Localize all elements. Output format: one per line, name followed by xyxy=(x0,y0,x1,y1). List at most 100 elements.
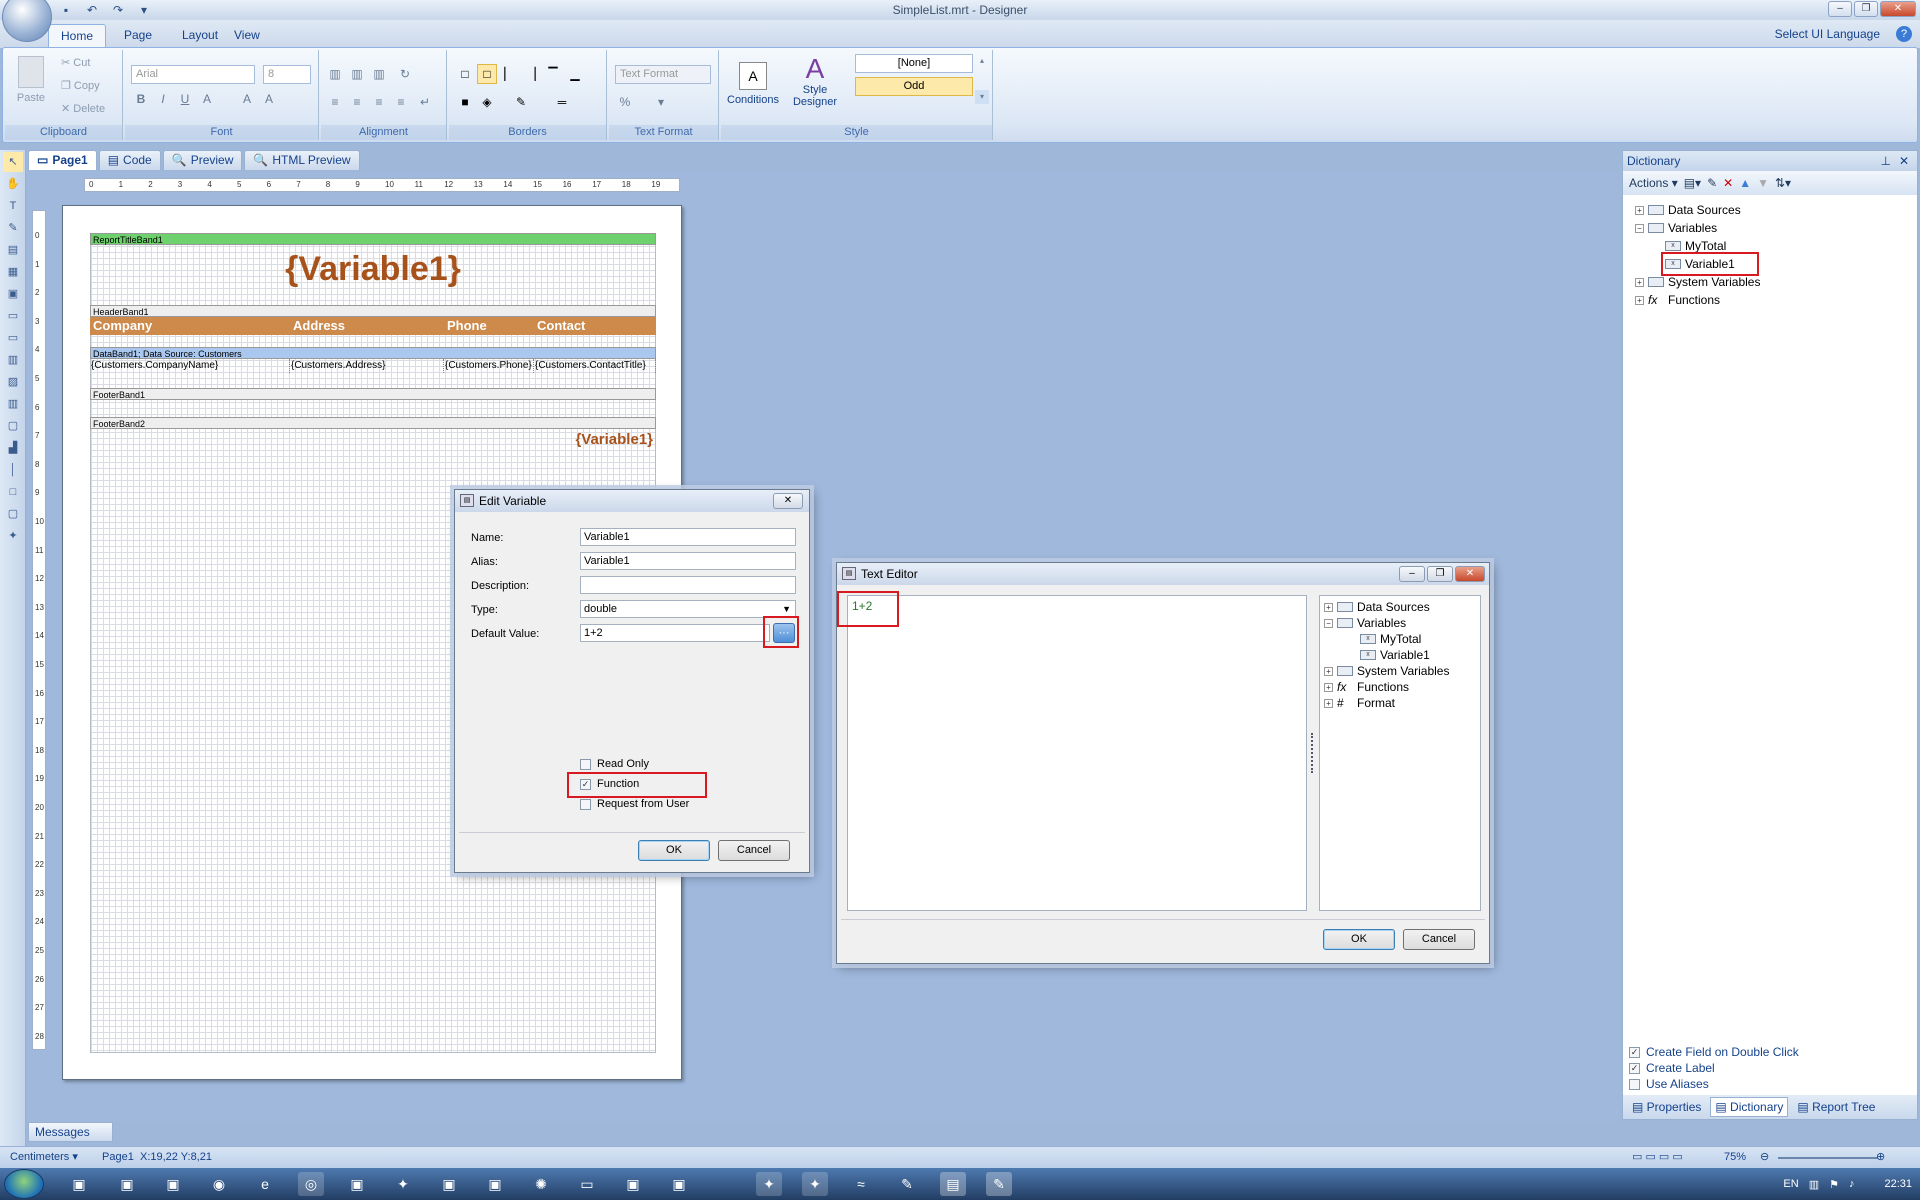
close-icon[interactable]: ✕ xyxy=(1899,151,1909,171)
taskbar-app-icon[interactable]: ▭ xyxy=(574,1172,600,1196)
style-designer-button[interactable]: A Style Designer xyxy=(785,54,845,109)
align-justify-icon[interactable]: ≡ xyxy=(391,92,411,112)
cancel-button[interactable]: Cancel xyxy=(1403,929,1475,950)
dialog-close-button[interactable]: ✕ xyxy=(1455,566,1485,582)
align-bottom-icon[interactable]: ▥ xyxy=(369,64,389,84)
header-company[interactable]: Company xyxy=(90,317,290,335)
footer-band-2[interactable]: FooterBand2 xyxy=(90,417,656,429)
italic-icon[interactable]: I xyxy=(153,89,173,109)
tab-code[interactable]: ▤ Code xyxy=(98,150,161,170)
font-color-icon[interactable]: A xyxy=(197,89,217,109)
default-value-field[interactable]: 1+2 xyxy=(580,624,770,642)
style-odd-item[interactable]: Odd xyxy=(855,77,973,96)
units-selector[interactable]: Centimeters ▾ xyxy=(10,1147,78,1168)
rich-text-tool-icon[interactable]: ▥ xyxy=(3,350,23,370)
fill-color-icon[interactable]: ◈ xyxy=(477,92,497,112)
taskbar-app-icon[interactable]: ◎ xyxy=(298,1172,324,1196)
footer-variable-text[interactable]: {Variable1} xyxy=(575,431,653,448)
header-address[interactable]: Address xyxy=(290,317,444,335)
splitter-handle[interactable] xyxy=(1311,733,1315,773)
chart-tool-icon[interactable]: ▟ xyxy=(3,438,23,458)
help-icon[interactable]: ? xyxy=(1896,26,1912,42)
header-band[interactable]: HeaderBand1 xyxy=(90,305,656,317)
read-only-checkbox[interactable]: Read Only xyxy=(580,758,649,770)
customize-icon[interactable]: ▾ xyxy=(136,2,152,18)
te-tree-format[interactable]: + # Format xyxy=(1324,694,1395,712)
word-wrap-icon[interactable]: ↵ xyxy=(415,92,435,112)
taskbar-app-icon[interactable]: ✎ xyxy=(986,1172,1012,1196)
save-icon[interactable]: ▪ xyxy=(58,2,74,18)
align-left-icon[interactable]: ≡ xyxy=(325,92,345,112)
text-format-icon[interactable]: % xyxy=(615,92,635,112)
tree-system-variables[interactable]: + System Variables xyxy=(1635,273,1760,291)
taskbar-app-icon[interactable]: ▣ xyxy=(114,1172,140,1196)
shrink-font-icon[interactable]: A xyxy=(259,89,279,109)
border-right-icon[interactable]: ▕ xyxy=(521,64,541,84)
header-contact[interactable]: Contact xyxy=(534,317,656,335)
report-title-band[interactable]: ReportTitleBand1 xyxy=(90,233,656,245)
ok-button[interactable]: OK xyxy=(638,840,710,861)
data-band[interactable]: DataBand1; Data Source: Customers xyxy=(90,347,656,359)
taskbar-app-icon[interactable]: ≈ xyxy=(848,1172,874,1196)
minimize-button[interactable]: – xyxy=(1828,1,1852,17)
border-all-icon[interactable]: □ xyxy=(455,64,475,84)
undo-icon[interactable]: ↶ xyxy=(84,2,100,18)
cell-address[interactable]: {Customers.Address} xyxy=(290,359,444,373)
align-top-icon[interactable]: ▥ xyxy=(325,64,345,84)
text-format-combo[interactable]: Text Format xyxy=(615,65,711,84)
grow-font-icon[interactable]: A xyxy=(237,89,257,109)
taskbar-app-icon[interactable]: ▣ xyxy=(344,1172,370,1196)
cell-contact-title[interactable]: {Customers.ContactTitle} xyxy=(534,359,656,373)
taskbar-app-icon[interactable]: ✺ xyxy=(528,1172,554,1196)
pin-icon[interactable]: ⊥ xyxy=(1881,151,1891,171)
cell-company-name[interactable]: {Customers.CompanyName} xyxy=(90,359,290,373)
cell-phone[interactable]: {Customers.Phone} xyxy=(444,359,534,373)
flag-icon[interactable]: ⚑ xyxy=(1829,1178,1839,1191)
cross-band-tool-icon[interactable]: ▦ xyxy=(3,262,23,282)
create-field-checkbox[interactable]: ✓ Create Field on Double Click xyxy=(1629,1044,1799,1060)
bold-icon[interactable]: B xyxy=(131,89,151,109)
conditions-button[interactable]: A Conditions xyxy=(725,62,781,106)
border-bottom-icon[interactable]: ▁ xyxy=(565,64,585,84)
title-variable-text[interactable]: {Variable1} xyxy=(90,246,656,292)
redo-icon[interactable]: ↷ xyxy=(110,2,126,18)
language-indicator[interactable]: EN xyxy=(1783,1178,1798,1190)
clock[interactable]: 22:31 xyxy=(1884,1178,1912,1190)
volume-icon[interactable]: ♪ xyxy=(1849,1178,1855,1190)
align-right-icon[interactable]: ≡ xyxy=(369,92,389,112)
barcode-tool-icon[interactable]: ▥ xyxy=(3,394,23,414)
tree-functions[interactable]: + fx Functions xyxy=(1635,291,1720,309)
taskbar-app-icon[interactable]: ✦ xyxy=(756,1172,782,1196)
text-box-tool-icon[interactable]: ▭ xyxy=(3,328,23,348)
edit-icon[interactable]: ✎ xyxy=(1707,176,1717,190)
band-tool-icon[interactable]: ▤ xyxy=(3,240,23,260)
maximize-button[interactable]: ❐ xyxy=(1854,1,1878,17)
taskbar-browser-icon[interactable]: e xyxy=(252,1172,278,1196)
start-button[interactable] xyxy=(4,1169,44,1199)
cut-button[interactable]: ✂ Cut xyxy=(61,54,90,72)
tab-home[interactable]: Home xyxy=(48,24,107,48)
image-tool-icon[interactable]: ▨ xyxy=(3,372,23,392)
move-down-icon[interactable]: ▼ xyxy=(1757,176,1769,190)
copy-button[interactable]: ❐ Copy xyxy=(61,77,100,95)
tab-report-tree[interactable]: ▤ Report Tree xyxy=(1792,1097,1880,1117)
alias-field[interactable]: Variable1 xyxy=(580,552,796,570)
font-family-combo[interactable]: Arial xyxy=(131,65,255,84)
taskbar-app-icon[interactable]: ✎ xyxy=(894,1172,920,1196)
border-none-icon[interactable]: □ xyxy=(477,64,497,84)
maximize-button[interactable]: ❐ xyxy=(1427,566,1453,582)
actions-menu[interactable]: Actions ▾ xyxy=(1629,176,1678,190)
taskbar-app-icon[interactable]: ✦ xyxy=(802,1172,828,1196)
format-painter-icon[interactable]: ✎ xyxy=(3,218,23,238)
delete-icon[interactable]: ✕ xyxy=(1723,176,1733,190)
new-item-icon[interactable]: ▤▾ xyxy=(1684,176,1701,190)
minimize-button[interactable]: – xyxy=(1399,566,1425,582)
taskbar-app-icon[interactable]: ▣ xyxy=(482,1172,508,1196)
rotate-icon[interactable]: ↻ xyxy=(395,64,415,84)
tab-properties[interactable]: ▤ Properties xyxy=(1627,1097,1706,1117)
zoom-slider[interactable] xyxy=(1778,1157,1878,1159)
request-from-user-checkbox[interactable]: Request from User xyxy=(580,798,689,810)
zoom-out-icon[interactable]: ⊖ xyxy=(1760,1147,1769,1168)
ok-button[interactable]: OK xyxy=(1323,929,1395,950)
taskbar-app-icon[interactable]: ▣ xyxy=(66,1172,92,1196)
